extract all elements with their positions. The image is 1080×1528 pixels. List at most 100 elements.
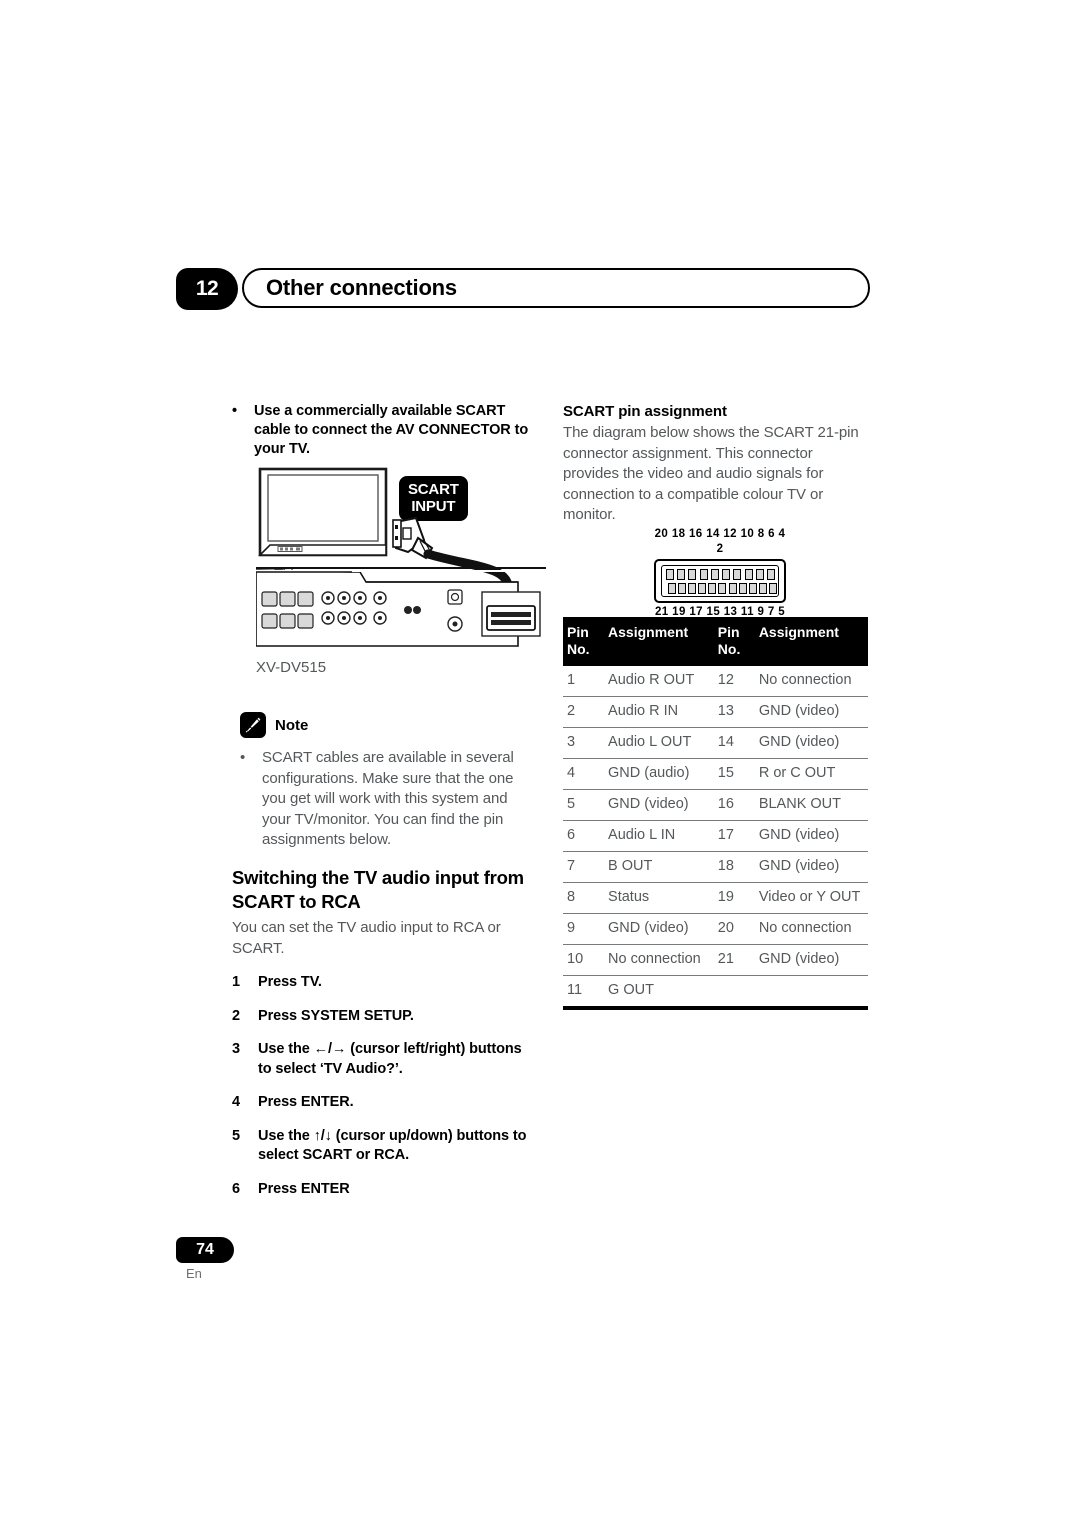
bullet-marker: • (232, 403, 237, 419)
header-pin-line1: Pin (717, 624, 740, 640)
cell-pin-no: 11 (563, 975, 605, 1010)
cell-pin-no: 10 (563, 944, 605, 976)
page-title: Other connections (266, 275, 457, 300)
connector-pin-row-bottom (668, 583, 777, 594)
connector-pin (666, 569, 674, 580)
cell-pin-no: 4 (563, 758, 605, 790)
table-row: 1 Audio R OUT 12 No connection (563, 666, 868, 697)
step-item: 1 Press TV. (232, 973, 534, 993)
table-row: 5 GND (video) 16 BLANK OUT (563, 789, 868, 821)
step-item: 3 Use the ←/→ (cursor left/right) button… (232, 1040, 534, 1079)
cell-assignment: Audio L IN (604, 820, 714, 852)
chapter-number-badge: 12 (176, 268, 238, 310)
header-pin-line2: No. (717, 641, 741, 657)
cell-pin-no-2: 16 (713, 789, 755, 821)
pencil-icon (240, 712, 266, 738)
cell-pin-no: 7 (563, 851, 605, 883)
step-number: 2 (232, 1007, 241, 1024)
connector-pin (755, 569, 764, 580)
page-footer: 74 En (176, 1237, 234, 1281)
connector-top-pin-numbers: 20 18 16 14 12 10 8 6 4 2 (654, 528, 786, 555)
switching-section-intro: You can set the TV audio input to RCA or… (232, 919, 501, 957)
connector-pin (718, 583, 727, 594)
cell-pin-no: 3 (563, 727, 605, 759)
cell-pin-no: 5 (563, 789, 605, 821)
note-block: Note • SCART cables are available in sev… (240, 712, 540, 851)
table-row: 3 Audio L OUT 14 GND (video) (563, 727, 868, 759)
scart-connection-figure: TV SCART INPUT (256, 466, 546, 678)
cell-assignment-2: No connection (754, 666, 868, 697)
table-header-row: Pin No. Assignment Pin No. Assignment (563, 617, 868, 666)
left-column: • Use a commercially available SCART cab… (232, 402, 532, 459)
cell-assignment-2: Video or Y OUT (754, 882, 868, 914)
connector-pin (677, 569, 686, 580)
step-text: Press SYSTEM SETUP. (258, 1007, 414, 1024)
connector-pin (668, 583, 676, 594)
scart-cable-bullet-text: Use a commercially available SCART cable… (254, 403, 529, 457)
table-row: 11 G OUT (563, 975, 868, 1010)
column-header-assignment: Assignment (604, 617, 714, 666)
table-row: 8 Status 19 Video or Y OUT (563, 882, 868, 914)
cell-assignment: Audio R IN (604, 696, 714, 728)
cell-assignment-2: GND (video) (754, 820, 868, 852)
cell-assignment-2: GND (video) (754, 851, 868, 883)
connector-pin (738, 583, 747, 594)
cell-pin-no-2: 19 (713, 882, 755, 914)
step-text: Press TV. (258, 974, 322, 990)
cell-assignment: Audio L OUT (604, 727, 714, 759)
cell-pin-no-2: 21 (713, 944, 755, 976)
cell-assignment-2: R or C OUT (754, 758, 868, 790)
cell-pin-no: 1 (563, 666, 605, 697)
cell-assignment: No connection (604, 944, 714, 976)
page-header: 12 Other connections (176, 268, 876, 310)
note-heading: Note (240, 712, 540, 738)
language-code: En (186, 1266, 202, 1281)
step-number: 1 (232, 974, 241, 990)
cell-pin-no: 9 (563, 913, 605, 945)
step-item: 6 Press ENTER (232, 1180, 534, 1200)
connector-pin (708, 583, 717, 594)
table-row: 9 GND (video) 20 No connection (563, 913, 868, 945)
header-pin-line2: No. (567, 641, 590, 657)
scart-cable-bullet: • Use a commercially available SCART cab… (232, 402, 532, 459)
note-bullet-text: SCART cables are available in several co… (262, 749, 514, 848)
cell-pin-no-2: 14 (713, 727, 755, 759)
scart-pin-assignment-heading: SCART pin assignment (563, 403, 727, 420)
step-text: Use the ←/→ (cursor left/right) buttons … (258, 1041, 522, 1077)
cell-assignment: Audio R OUT (604, 666, 714, 697)
cell-assignment-2: BLANK OUT (754, 789, 868, 821)
connector-pin (688, 569, 697, 580)
rear-panel-illustration (256, 567, 546, 647)
page-number-badge: 74 (176, 1237, 234, 1263)
cell-assignment: B OUT (604, 851, 714, 883)
pin-assignment-table: Pin No. Assignment Pin No. Assignment 1 … (563, 617, 868, 1010)
connector-pin (678, 583, 687, 594)
connector-inner-shell (661, 565, 779, 597)
note-label: Note (275, 716, 309, 734)
column-header-assignment-2: Assignment (754, 617, 868, 666)
connector-pin (722, 569, 731, 580)
connector-shell (654, 559, 786, 603)
bullet-marker: • (240, 749, 246, 766)
step-number: 4 (232, 1094, 241, 1110)
cell-assignment-2: GND (video) (754, 944, 868, 976)
note-bullet: • SCART cables are available in several … (240, 748, 540, 851)
table-body: 1 Audio R OUT 12 No connection 2 Audio R… (563, 666, 868, 1010)
manual-page: 12 Other connections • Use a commerciall… (0, 0, 1080, 1528)
cell-pin-no-2: 13 (713, 696, 755, 728)
table-row: 10 No connection 21 GND (video) (563, 944, 868, 976)
switching-section: Switching the TV audio input from SCART … (232, 866, 534, 1199)
connector-pin (728, 583, 737, 594)
step-text: Use the ↑/↓ (cursor up/down) buttons to … (258, 1127, 527, 1164)
step-item: 5 Use the ↑/↓ (cursor up/down) buttons t… (232, 1127, 534, 1166)
cell-pin-no-2: 12 (713, 666, 755, 697)
connector-pin (744, 569, 753, 580)
chapter-title-pill: Other connections (242, 268, 870, 308)
connector-pin (758, 583, 767, 594)
cell-assignment-2: No connection (754, 913, 868, 945)
table-row: 6 Audio L IN 17 GND (video) (563, 820, 868, 852)
model-label: XV-DV515 (256, 659, 327, 676)
connector-pin (766, 569, 775, 580)
step-text: Press ENTER. (258, 1094, 354, 1110)
table-row: 7 B OUT 18 GND (video) (563, 851, 868, 883)
